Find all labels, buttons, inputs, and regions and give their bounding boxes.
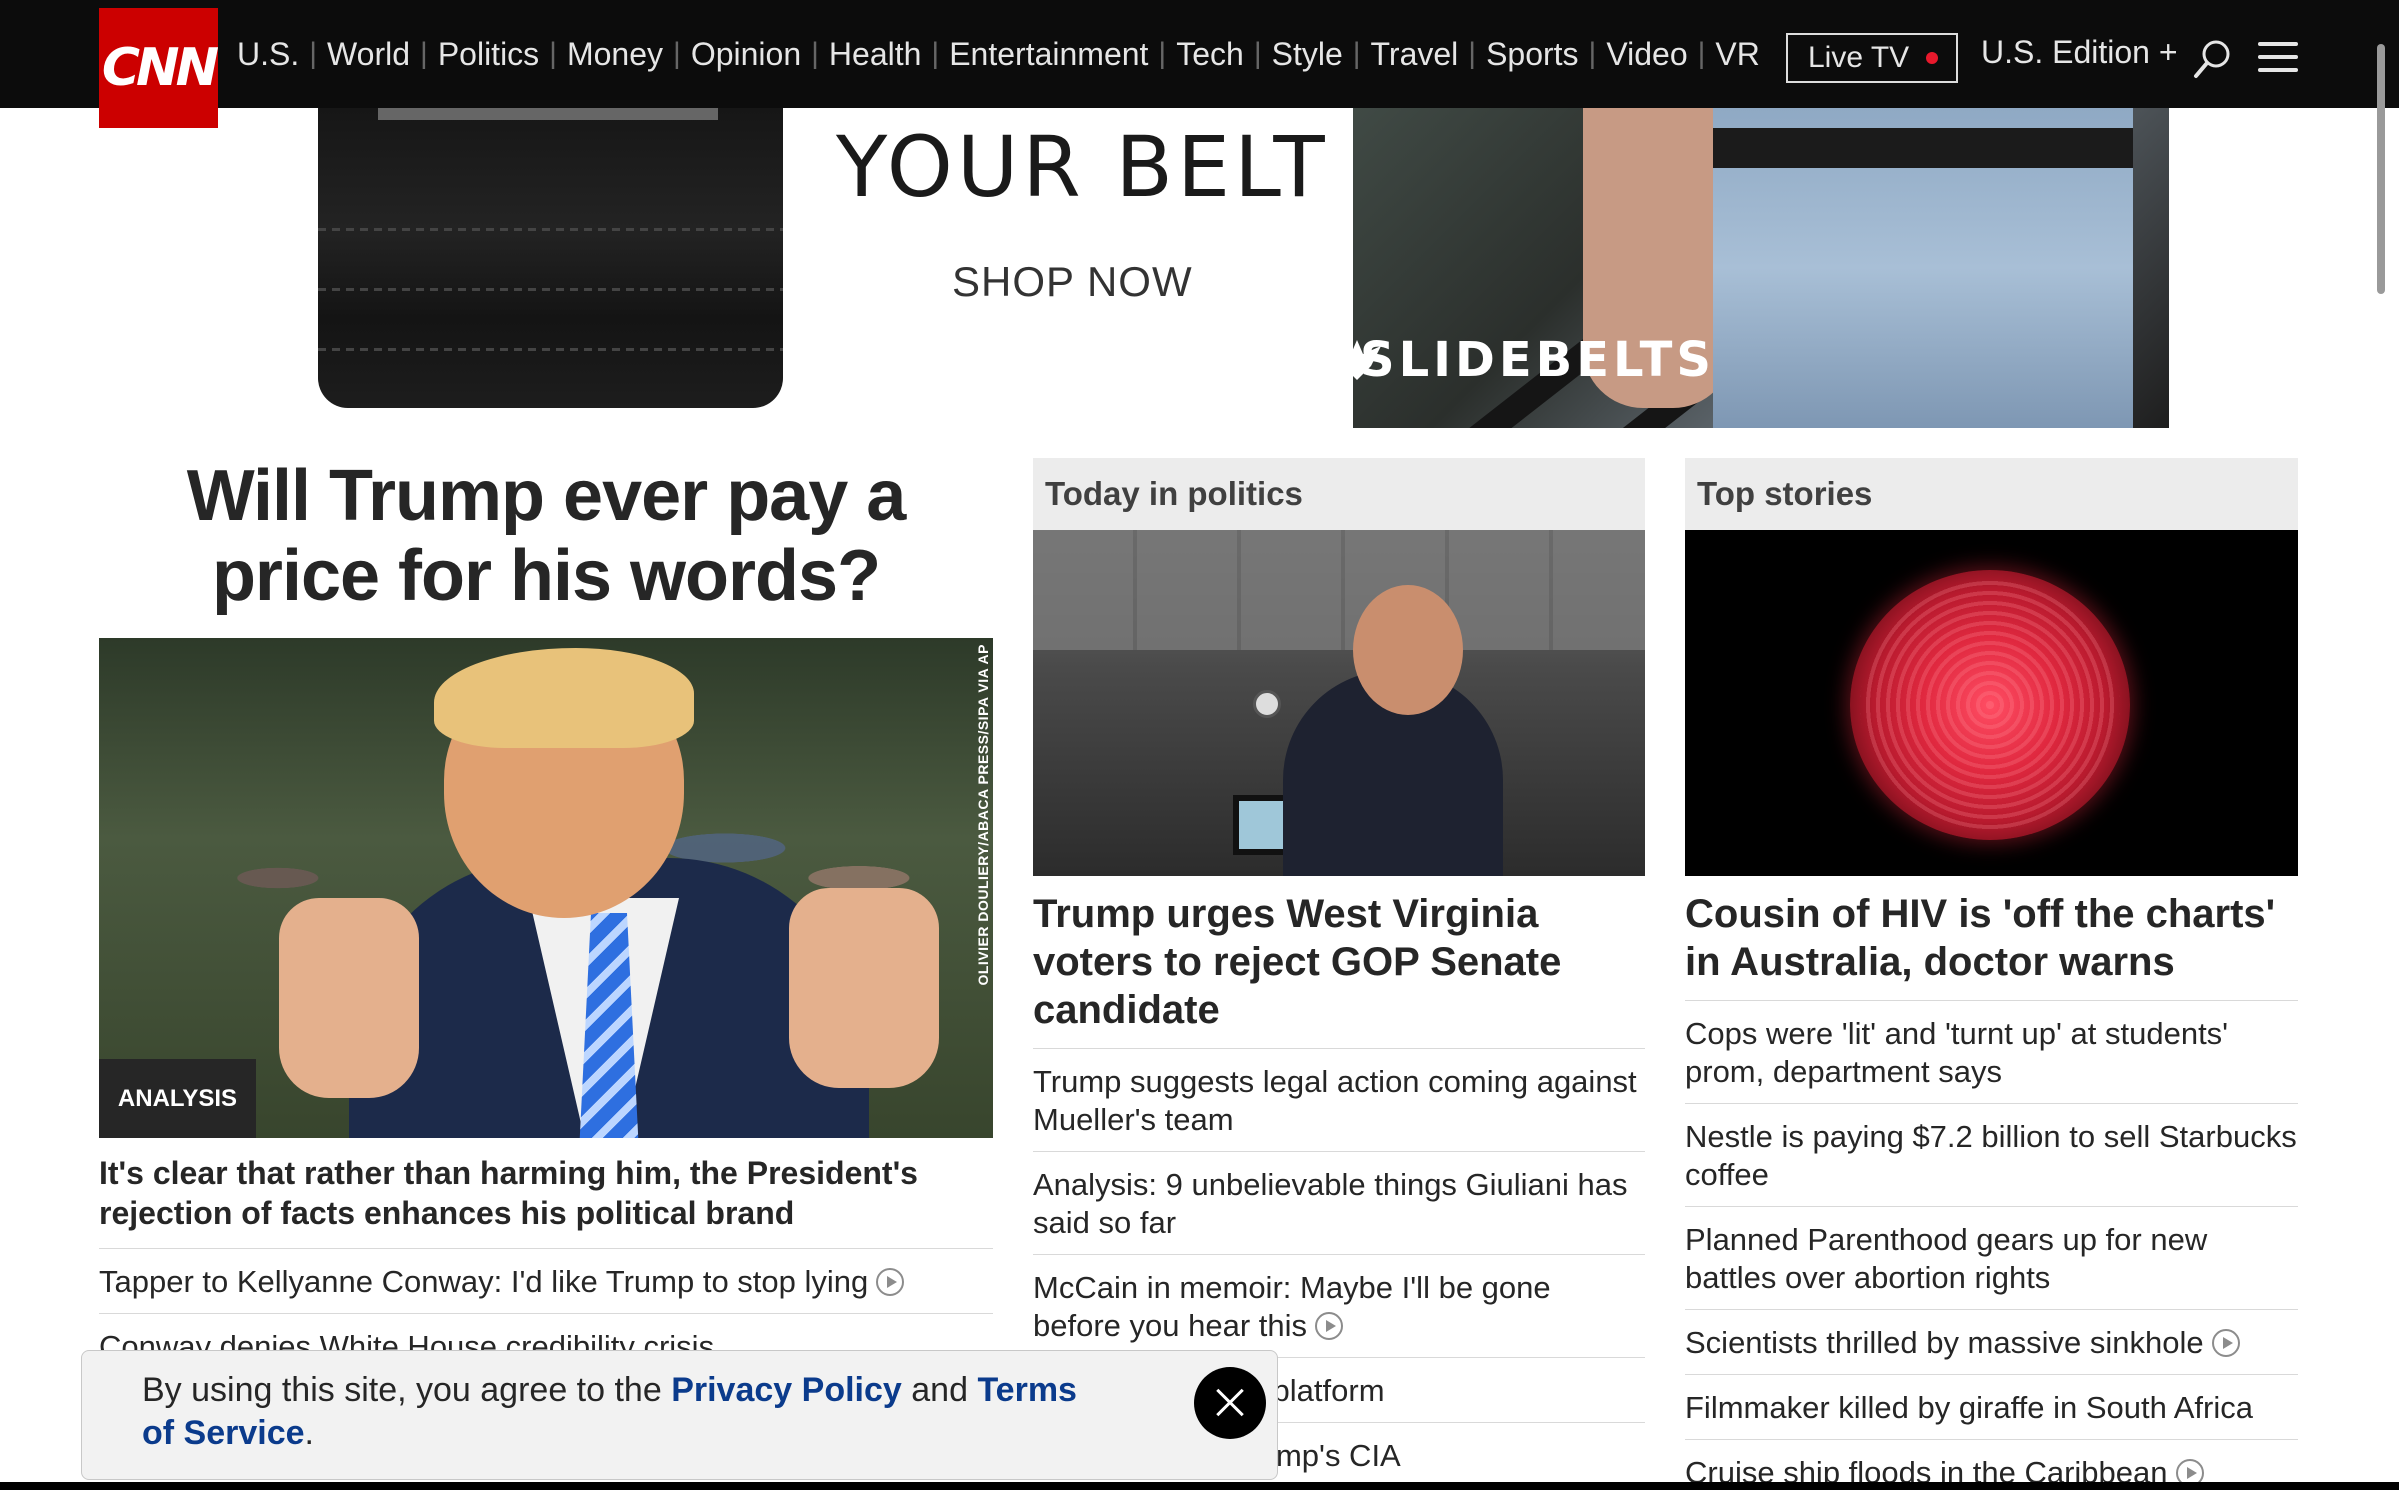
live-tv-button[interactable]: Live TV bbox=[1786, 33, 1958, 83]
edition-selector[interactable]: U.S. Edition + bbox=[1981, 34, 2178, 71]
nav-link-sports[interactable]: Sports bbox=[1486, 36, 1578, 73]
nav-separator: | bbox=[420, 37, 428, 70]
nav-link-entertainment[interactable]: Entertainment bbox=[949, 36, 1148, 73]
analysis-tag: ANALYSIS bbox=[99, 1059, 256, 1138]
nav-link-money[interactable]: Money bbox=[567, 36, 663, 73]
story-text: Filmmaker killed by giraffe in South Afr… bbox=[1685, 1390, 2253, 1425]
cnn-logo[interactable]: CNN bbox=[99, 8, 219, 128]
play-video-icon bbox=[1315, 1312, 1344, 1340]
nav-separator: | bbox=[1352, 37, 1361, 70]
cookie-consent-banner: By using this site, you agree to the Pri… bbox=[81, 1350, 1278, 1480]
nav-item: U.S. bbox=[237, 36, 299, 73]
story-text: Planned Parenthood gears up for new batt… bbox=[1685, 1222, 2208, 1295]
story-text: Trump suggests legal action coming again… bbox=[1033, 1064, 1637, 1137]
nav-link-style[interactable]: Style bbox=[1272, 36, 1343, 73]
lead-photo[interactable]: OLIVIER DOULIERY/ABACA PRESS/SIPA VIA AP… bbox=[99, 638, 993, 1138]
nav-item: | Opinion bbox=[663, 36, 801, 73]
ad-headline: YOUR BELT bbox=[836, 118, 1329, 216]
nav-separator: | bbox=[1158, 37, 1167, 70]
nav-separator: | bbox=[1588, 37, 1597, 70]
top-story-photo[interactable] bbox=[1685, 530, 2298, 876]
nav-link-politics[interactable]: Politics bbox=[438, 36, 539, 73]
nav-separator: | bbox=[549, 37, 557, 70]
nav-item: | Health bbox=[801, 36, 921, 73]
politics-column: Today in politics Trump urges West Virgi… bbox=[1033, 458, 1645, 1487]
live-indicator-icon bbox=[1926, 52, 1938, 64]
story-text: Tapper to Kellyanne Conway: I'd like Tru… bbox=[99, 1264, 869, 1299]
ad-shop-now-link[interactable]: SHOP NOW bbox=[952, 258, 1193, 306]
story-text: McCain in memoir: Maybe I'll be gone bef… bbox=[1033, 1270, 1551, 1343]
nav-separator: | bbox=[811, 37, 819, 70]
advertisement[interactable]: YOUR BELT SHOP NOW SLIDEBELTS bbox=[230, 108, 2170, 428]
cookie-and: and bbox=[901, 1371, 978, 1409]
top-nav: U.S. | World | Politics | Money | Opinion | Health… bbox=[0, 0, 2399, 108]
live-tv-label: Live TV bbox=[1808, 41, 1910, 74]
nav-item: | Money bbox=[539, 36, 663, 73]
nav-item: | Tech bbox=[1148, 36, 1243, 73]
story-link[interactable]: Tapper to Kellyanne Conway: I'd like Tru… bbox=[99, 1248, 993, 1313]
nav-link-vr[interactable]: VR bbox=[1715, 36, 1759, 73]
story-link[interactable]: Analysis: 9 unbelievable things Giuliani… bbox=[1033, 1151, 1645, 1254]
nav-item: | Sports bbox=[1458, 36, 1578, 73]
nav-separator: | bbox=[931, 37, 940, 70]
nav-link-us[interactable]: U.S. bbox=[237, 36, 299, 73]
nav-links: U.S. | World | Politics | Money | Opinion | Health… bbox=[237, 0, 1760, 108]
window-bottom-edge bbox=[0, 1482, 2399, 1490]
belt-product-image bbox=[318, 108, 783, 426]
top-stories-zone-title: Top stories bbox=[1685, 458, 2298, 530]
search-icon[interactable] bbox=[2192, 38, 2232, 80]
nav-separator: | bbox=[309, 37, 318, 70]
ad-brand: SLIDEBELTS bbox=[1360, 332, 1715, 388]
nav-link-travel[interactable]: Travel bbox=[1371, 36, 1459, 73]
politics-zone-title: Today in politics bbox=[1033, 458, 1645, 530]
top-story-headline[interactable]: Cousin of HIV is 'off the charts' in Aus… bbox=[1685, 890, 2298, 1000]
nav-item: | Travel bbox=[1343, 36, 1459, 73]
nav-item: | VR bbox=[1688, 36, 1760, 73]
nav-link-tech[interactable]: Tech bbox=[1176, 36, 1244, 73]
nav-separator: | bbox=[1697, 37, 1706, 70]
top-stories-list: Cops were 'lit' and 'turnt up' at studen… bbox=[1685, 1000, 2298, 1490]
privacy-policy-link[interactable]: Privacy Policy bbox=[671, 1371, 902, 1409]
cookie-prefix: By using this site, you agree to the bbox=[142, 1371, 672, 1409]
politics-photo[interactable] bbox=[1033, 530, 1645, 876]
story-link[interactable]: Cops were 'lit' and 'turnt up' at studen… bbox=[1685, 1000, 2298, 1103]
logo-text: CNN bbox=[101, 38, 219, 98]
cnn-homepage: U.S. | World | Politics | Money | Opinion | Health… bbox=[0, 0, 2399, 1490]
play-video-icon bbox=[876, 1268, 905, 1296]
lead-headline[interactable]: Will Trump ever pay a price for his word… bbox=[99, 456, 993, 616]
nav-link-world[interactable]: World bbox=[327, 36, 410, 73]
nav-item: | World bbox=[299, 36, 410, 73]
nav-separator: | bbox=[1253, 37, 1262, 70]
close-icon[interactable] bbox=[1194, 1367, 1266, 1439]
play-video-icon bbox=[2211, 1329, 2240, 1357]
story-link[interactable]: Planned Parenthood gears up for new batt… bbox=[1685, 1206, 2298, 1309]
nav-link-video[interactable]: Video bbox=[1606, 36, 1687, 73]
nav-link-opinion[interactable]: Opinion bbox=[691, 36, 801, 73]
story-link[interactable]: McCain in memoir: Maybe I'll be gone bef… bbox=[1033, 1254, 1645, 1357]
story-link[interactable]: Scientists thrilled by massive sinkhole bbox=[1685, 1309, 2298, 1374]
story-text: Cops were 'lit' and 'turnt up' at studen… bbox=[1685, 1016, 2229, 1089]
story-link[interactable]: Filmmaker killed by giraffe in South Afr… bbox=[1685, 1374, 2298, 1439]
nav-item: | Entertainment bbox=[921, 36, 1148, 73]
story-link[interactable]: Nestle is paying $7.2 billion to sell St… bbox=[1685, 1103, 2298, 1206]
story-text: Nestle is paying $7.2 billion to sell St… bbox=[1685, 1119, 2297, 1192]
cookie-suffix: . bbox=[304, 1414, 314, 1452]
photo-credit: OLIVIER DOULIERY/ABACA PRESS/SIPA VIA AP bbox=[975, 644, 991, 986]
cookie-text: By using this site, you agree to the Pri… bbox=[142, 1369, 1102, 1455]
nav-separator: | bbox=[1468, 37, 1477, 70]
lead-subhead[interactable]: It's clear that rather than harming him,… bbox=[99, 1153, 993, 1233]
nav-item: | Politics bbox=[410, 36, 539, 73]
story-text: Analysis: 9 unbelievable things Giuliani… bbox=[1033, 1167, 1628, 1240]
nav-item: | Video bbox=[1579, 36, 1688, 73]
top-stories-column: Top stories Cousin of HIV is 'off the ch… bbox=[1685, 458, 2298, 1490]
scroll-thumb[interactable] bbox=[2377, 44, 2385, 294]
nav-item: | Style bbox=[1244, 36, 1343, 73]
story-link[interactable]: Trump suggests legal action coming again… bbox=[1033, 1048, 1645, 1151]
story-text: Scientists thrilled by massive sinkhole bbox=[1685, 1325, 2204, 1360]
politics-headline[interactable]: Trump urges West Virginia voters to reje… bbox=[1033, 890, 1645, 1048]
menu-icon[interactable] bbox=[2258, 42, 2298, 72]
nav-link-health[interactable]: Health bbox=[829, 36, 922, 73]
page-scrollbar[interactable] bbox=[2375, 44, 2387, 1490]
nav-separator: | bbox=[673, 37, 681, 70]
